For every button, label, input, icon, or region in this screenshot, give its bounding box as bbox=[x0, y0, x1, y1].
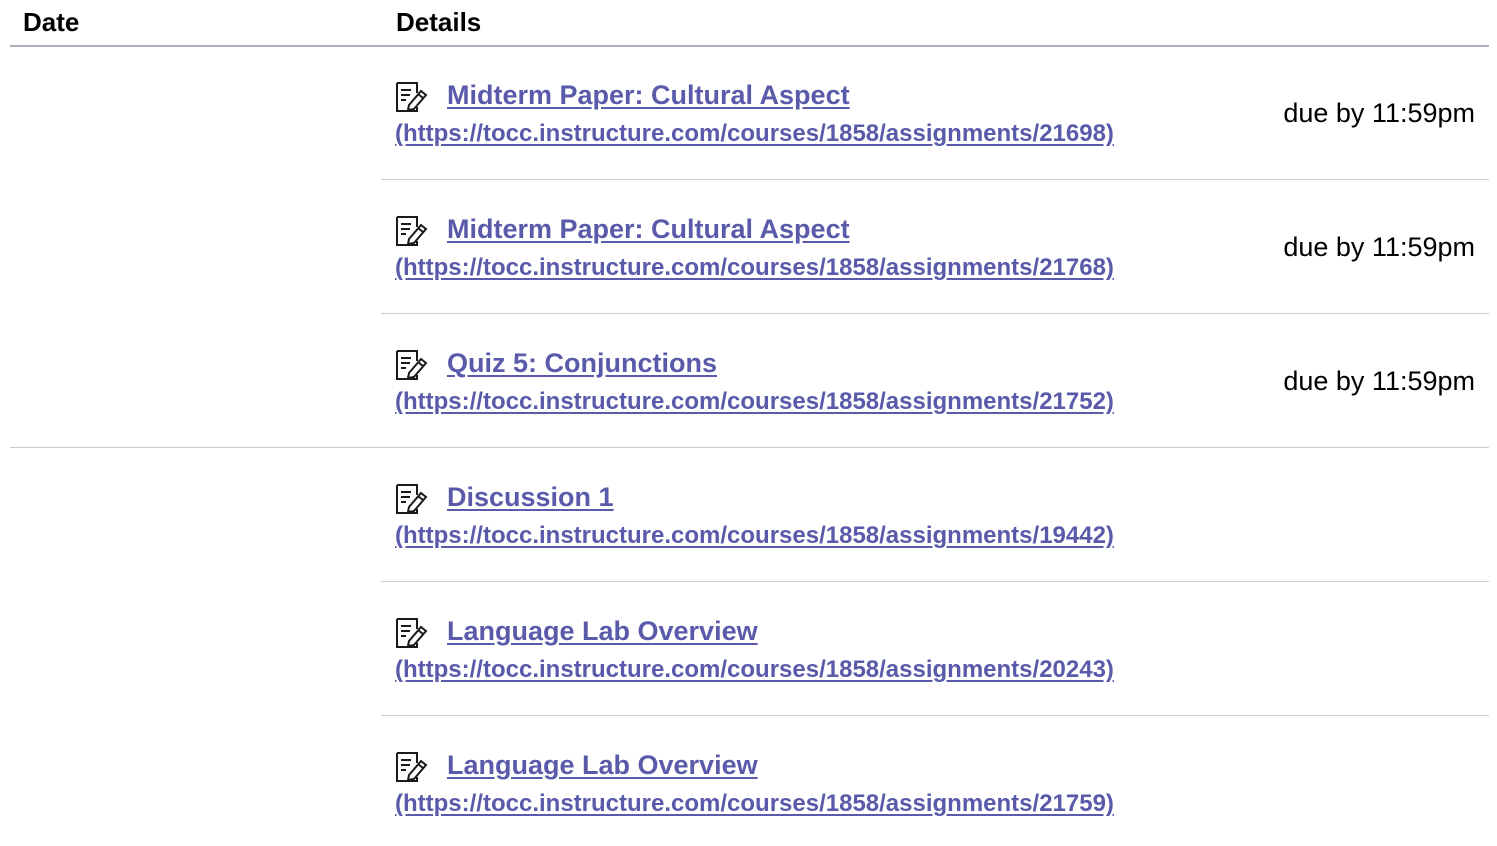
list-item: Language Lab Overview (https://tocc.inst… bbox=[381, 582, 1489, 716]
date-column-header: Date bbox=[23, 7, 80, 37]
assignment-icon bbox=[395, 483, 429, 515]
assignment-url-link[interactable]: (https://tocc.instructure.com/courses/18… bbox=[395, 522, 1114, 550]
due-time: due by 11:59pm bbox=[1283, 366, 1475, 396]
table-header: Date Details bbox=[10, 0, 1489, 47]
assignment-title-link[interactable]: Midterm Paper: Cultural Aspect bbox=[447, 214, 850, 245]
due-time: due by 11:59pm bbox=[1283, 98, 1475, 128]
assignment-title-link[interactable]: Quiz 5: Conjunctions bbox=[447, 348, 717, 379]
list-item: Midterm Paper: Cultural Aspect (https://… bbox=[381, 180, 1489, 314]
list-item: Quiz 5: Conjunctions (https://tocc.instr… bbox=[381, 314, 1489, 448]
assignment-title-link[interactable]: Language Lab Overview bbox=[447, 616, 758, 647]
assignment-icon bbox=[395, 617, 429, 649]
assignment-icon bbox=[395, 349, 429, 381]
assignment-url-link[interactable]: (https://tocc.instructure.com/courses/18… bbox=[395, 388, 1114, 416]
assignment-icon bbox=[395, 751, 429, 783]
list-item: Midterm Paper: Cultural Aspect (https://… bbox=[381, 46, 1489, 180]
assignment-title-link[interactable]: Language Lab Overview bbox=[447, 750, 758, 781]
assignment-title-link[interactable]: Discussion 1 bbox=[447, 482, 614, 513]
list-item: Discussion 1 (https://tocc.instructure.c… bbox=[381, 448, 1489, 582]
assignment-url-link[interactable]: (https://tocc.instructure.com/courses/18… bbox=[395, 656, 1114, 684]
assignment-url-link[interactable]: (https://tocc.instructure.com/courses/18… bbox=[395, 120, 1114, 148]
details-column-header: Details bbox=[396, 7, 482, 37]
due-time: due by 11:59pm bbox=[1283, 232, 1475, 262]
assignment-title-link[interactable]: Midterm Paper: Cultural Aspect bbox=[447, 80, 850, 111]
assignment-url-link[interactable]: (https://tocc.instructure.com/courses/18… bbox=[395, 790, 1114, 818]
assignment-icon bbox=[395, 215, 429, 247]
list-item: Language Lab Overview (https://tocc.inst… bbox=[381, 716, 1489, 846]
assignment-icon bbox=[395, 81, 429, 113]
assignment-url-link[interactable]: (https://tocc.instructure.com/courses/18… bbox=[395, 254, 1114, 282]
